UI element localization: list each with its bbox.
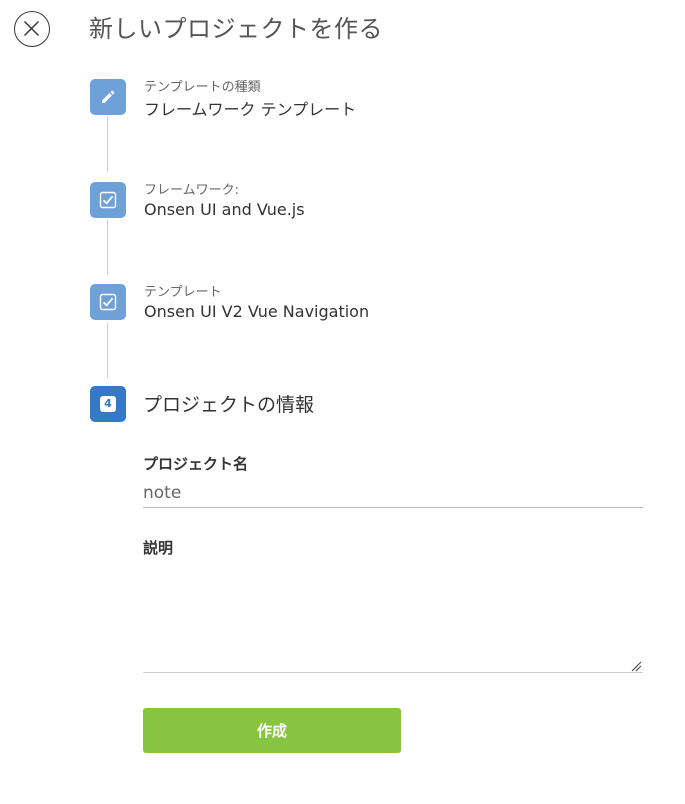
create-button[interactable]: 作成 [143,708,401,753]
step-3-label: テンプレート [144,285,222,300]
project-name-label: プロジェクト名 [143,455,249,473]
close-circle-icon [23,20,40,37]
page-title: 新しいプロジェクトを作る [89,15,383,43]
description-label: 説明 [143,539,174,557]
step-2-value: Onsen UI and Vue.js [144,200,305,219]
step-1-badge[interactable] [90,79,126,115]
step-2-label: フレームワーク: [144,183,239,198]
step-1-value: フレームワーク テンプレート [144,100,357,119]
pencil-icon [102,90,115,103]
step-4-heading: プロジェクトの情報 [143,394,315,416]
step-1-label: テンプレートの種類 [144,80,261,95]
step-4-badge: 4 [90,386,126,422]
step-4-number: 4 [100,396,116,412]
step-connector [107,117,108,172]
description-textarea[interactable] [143,568,643,673]
step-connector [107,323,108,378]
checkbox-checked-icon [99,191,117,209]
step-3-badge[interactable] [90,284,126,320]
step-3-value: Onsen UI V2 Vue Navigation [144,302,370,321]
step-connector [107,220,108,275]
step-2-badge[interactable] [90,182,126,218]
close-button[interactable] [14,11,50,47]
project-name-input[interactable] [143,478,643,508]
resize-handle-icon[interactable] [630,660,642,672]
checkbox-checked-icon [99,293,117,311]
